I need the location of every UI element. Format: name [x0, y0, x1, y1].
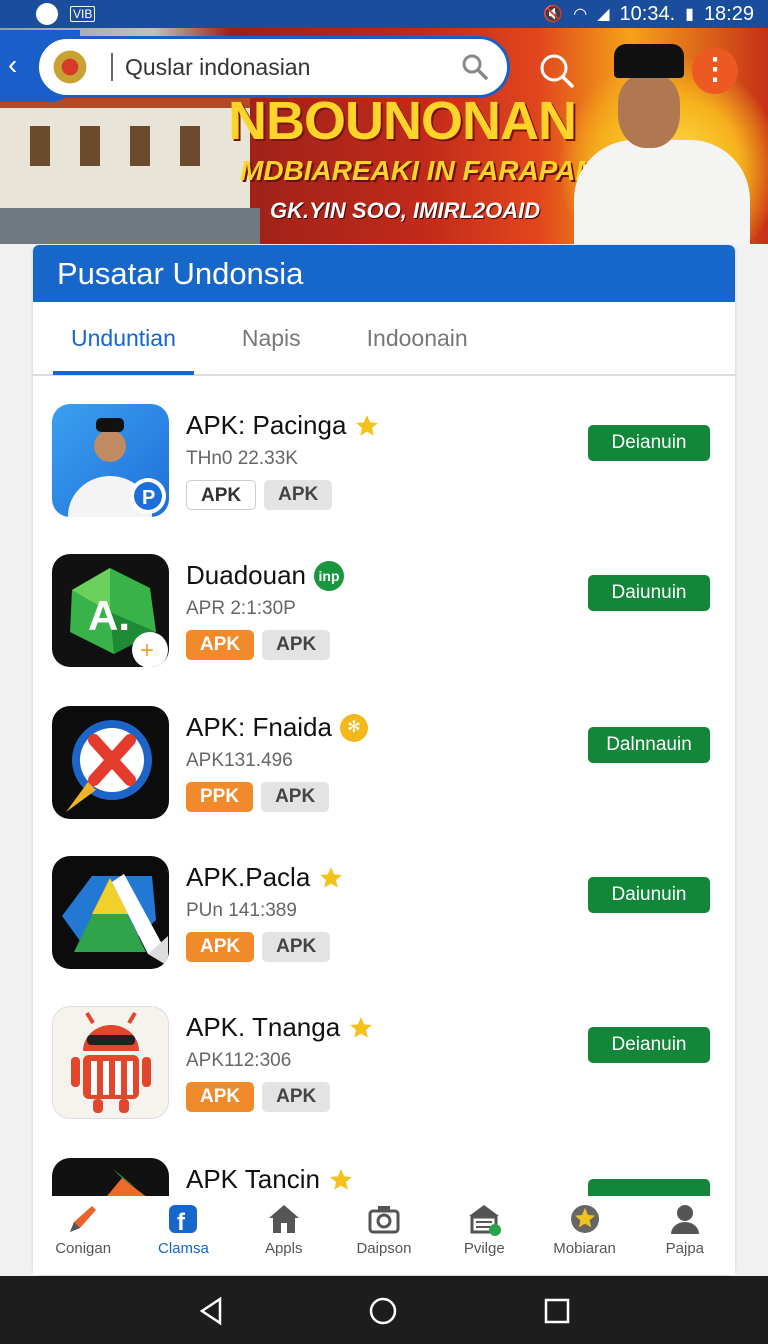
- pencil-icon: [70, 1206, 97, 1232]
- svg-text:f: f: [177, 1209, 186, 1236]
- apk-tag: APK: [186, 630, 255, 660]
- app-meta: PUn 141:389: [186, 900, 297, 921]
- tab-bar: Unduntian Napis Indoonain: [33, 302, 735, 376]
- star-icon: [330, 1168, 352, 1190]
- list-item[interactable]: APK.Pacla PUn 141:389 APK APK Daiunuin: [33, 830, 735, 980]
- app-name[interactable]: APK Tancin: [186, 1164, 354, 1195]
- apk-tag: APK: [262, 1082, 331, 1112]
- download-button[interactable]: Dalnnauin: [588, 727, 710, 763]
- store-icon: [469, 1205, 502, 1236]
- app-name[interactable]: APK: Pacinga: [186, 410, 380, 441]
- search-icon[interactable]: [461, 53, 489, 81]
- inp-badge: inp: [314, 560, 344, 591]
- svg-text:A.: A.: [88, 592, 130, 639]
- apk-tag: APK: [186, 480, 257, 510]
- star-badge-icon: [570, 1205, 599, 1233]
- red-x-circle-icon[interactable]: [52, 706, 169, 819]
- recents-square-icon[interactable]: [542, 1296, 572, 1326]
- status-bar: VIB 🔇 ◠ ◢ 10:34. ▮ 18:29: [0, 0, 768, 28]
- home-icon: [268, 1205, 299, 1233]
- profile-icon: [670, 1205, 699, 1234]
- chevron-left-icon[interactable]: ‹: [8, 50, 26, 80]
- app-meta: APR 2:1:30P: [186, 598, 296, 619]
- notification-badge: VIB: [70, 6, 96, 22]
- list-item[interactable]: APK: Fnaida ✻ APK131.496 PPK APK Dalnnau…: [33, 680, 735, 830]
- search-divider: [111, 53, 113, 81]
- download-button[interactable]: Deianuin: [588, 1027, 710, 1063]
- download-button[interactable]: Daiunuin: [588, 575, 710, 611]
- triangle-a-icon[interactable]: [52, 856, 169, 969]
- apk-tag: APK: [262, 932, 331, 962]
- nav-label: Pajpa: [665, 1240, 705, 1257]
- garuda-emblem-icon: [51, 48, 89, 86]
- more-menu-icon[interactable]: ⋮: [692, 48, 738, 94]
- apk-tag: PPK: [186, 782, 254, 812]
- signal-icon: ◢: [597, 6, 610, 23]
- apk-tag: APK: [186, 1082, 255, 1112]
- nav-pajpa[interactable]: Pajpa: [635, 1196, 735, 1275]
- system-nav-bar: [0, 1276, 768, 1344]
- nav-label: Appls: [264, 1240, 303, 1257]
- svg-text:P: P: [142, 487, 155, 509]
- facebook-icon: f: [169, 1205, 198, 1236]
- app-name[interactable]: Duadouan inp: [186, 560, 344, 591]
- app-name[interactable]: APK.Pacla: [186, 862, 344, 893]
- hero-subline: MDBIAREAKI IN FARAPAM: [240, 155, 599, 186]
- clock-right: 18:29: [703, 2, 754, 25]
- apk-tag: APK: [186, 932, 255, 962]
- nav-conigan[interactable]: Conigan: [33, 1196, 133, 1275]
- tab-napis[interactable]: Napis: [224, 301, 319, 375]
- bottom-nav: Conigan f Clamsa Appls Daipson Pvilge Mo…: [33, 1196, 735, 1275]
- nav-mobiaran[interactable]: Mobiaran: [534, 1196, 634, 1275]
- clock-left: 10:34.: [619, 2, 676, 25]
- list-item[interactable]: P APK: Pacinga THn0 22.33K APK APK Deian…: [33, 378, 735, 528]
- app-meta: APK131.496: [186, 750, 293, 771]
- list-item[interactable]: A. + Duadouan inp APR 2:1:30P APK APK Da…: [33, 528, 735, 678]
- star-icon: [356, 414, 379, 436]
- download-button[interactable]: Daiunuin: [588, 877, 710, 913]
- hero-headline: NBOUNONAN: [228, 91, 577, 151]
- wifi-icon: ◠: [573, 6, 588, 23]
- green-gem-a-icon[interactable]: A. +: [52, 554, 169, 667]
- camera-icon: [368, 1206, 400, 1234]
- search-bar[interactable]: [36, 36, 510, 98]
- star-icon: [320, 866, 343, 888]
- search-icon[interactable]: [532, 46, 582, 96]
- star-icon: [350, 1016, 373, 1038]
- nav-pvilge[interactable]: Pvilge: [434, 1196, 534, 1275]
- road-illustration: [0, 208, 260, 244]
- apps-card: Pusatar Undonsia Unduntian Napis Indoona…: [33, 245, 735, 1275]
- app-meta: THn0 22.33K: [186, 448, 298, 469]
- search-input[interactable]: [125, 53, 445, 81]
- android-robot-icon[interactable]: [52, 1006, 169, 1119]
- person-p-icon[interactable]: P: [52, 404, 169, 517]
- tab-unduntian[interactable]: Unduntian: [53, 301, 194, 375]
- app-notification-icon: [36, 3, 58, 25]
- nav-label: Conigan: [55, 1240, 112, 1257]
- nav-clamsa[interactable]: f Clamsa: [133, 1196, 233, 1275]
- app-name[interactable]: APK. Tnanga: [186, 1012, 374, 1043]
- hero-tagline: GK.YIN SOO, IMIRL2OAID: [270, 198, 541, 223]
- svg-text:+: +: [140, 637, 154, 664]
- tab-indoonain[interactable]: Indoonain: [349, 301, 486, 375]
- nav-appls[interactable]: Appls: [234, 1196, 334, 1275]
- nav-label: Daipson: [356, 1240, 412, 1257]
- back-triangle-icon[interactable]: [196, 1296, 226, 1326]
- home-circle-icon[interactable]: [368, 1296, 398, 1326]
- gold-badge-icon: ✻: [339, 713, 368, 742]
- app-meta: APK112:306: [186, 1050, 292, 1071]
- nav-label: Clamsa: [157, 1240, 209, 1257]
- nav-label: Mobiaran: [553, 1240, 616, 1257]
- apk-tag: APK: [261, 782, 330, 812]
- app-name[interactable]: APK: Fnaida ✻: [186, 712, 368, 743]
- nav-label: Pvilge: [463, 1240, 505, 1257]
- mute-icon: 🔇: [543, 6, 564, 23]
- download-button[interactable]: Deianuin: [588, 425, 710, 461]
- apk-tag: APK: [262, 630, 331, 660]
- apk-tag: APK: [264, 480, 333, 510]
- nav-daipson[interactable]: Daipson: [334, 1196, 434, 1275]
- card-title: Pusatar Undonsia: [33, 245, 735, 302]
- list-item[interactable]: APK. Tnanga APK112:306 APK APK Deianuin: [33, 980, 735, 1130]
- battery-icon: ▮: [685, 6, 694, 23]
